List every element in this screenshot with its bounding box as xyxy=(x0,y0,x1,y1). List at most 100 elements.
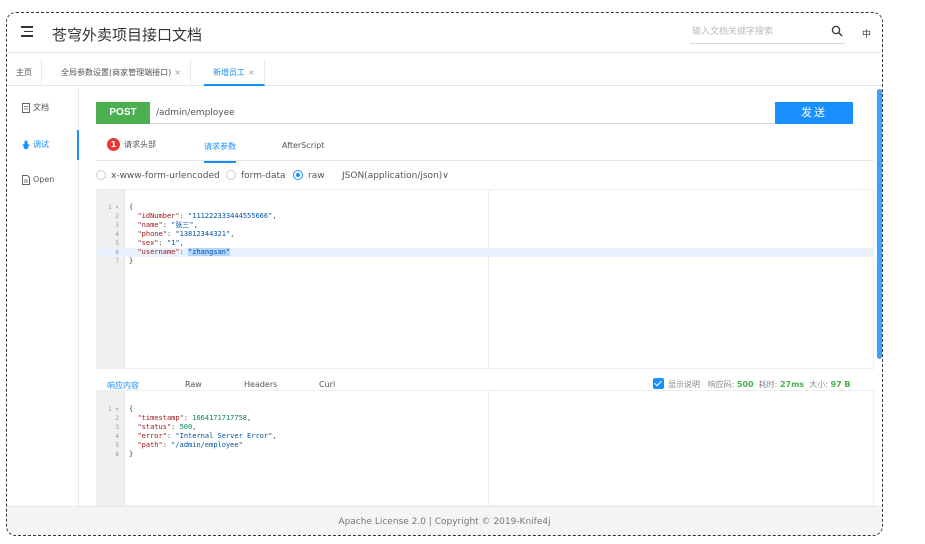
show-description-checkbox[interactable] xyxy=(653,378,664,389)
url-input[interactable] xyxy=(150,102,774,124)
code-punct: , xyxy=(247,414,252,422)
tab-label: 请求参数 xyxy=(204,142,236,151)
time-value: 27ms xyxy=(779,380,805,389)
sidebar-item-docs[interactable]: 文档 xyxy=(7,93,79,123)
code-line: 7} xyxy=(97,257,873,266)
tab-label: 请求头部 xyxy=(124,140,156,149)
menu-toggle-icon[interactable] xyxy=(21,26,35,38)
code-text: } xyxy=(129,257,133,266)
code-punct: { xyxy=(129,203,134,211)
status-label: 响应码: xyxy=(707,380,735,389)
line-number: 3 xyxy=(115,424,119,431)
size-value: 97 B xyxy=(830,380,851,389)
code-line: 4 "phone": "13812344321", xyxy=(97,230,873,239)
code-text: "path": "/admin/employee" xyxy=(137,441,243,449)
show-description-label: 显示说明 xyxy=(668,380,700,389)
request-body-editor[interactable]: 1 ▾ {2 "idNumber": "111222333444555666", 3… xyxy=(96,189,874,369)
sidebar-item-label: Open xyxy=(33,175,55,184)
code-punct: , xyxy=(272,432,277,440)
sidebar-item-debug[interactable]: 调试 xyxy=(7,130,79,160)
search-input[interactable] xyxy=(690,22,810,42)
code-line: 2 "idNumber": "111222333444555666", xyxy=(97,212,873,221)
code-text: "error": "Internal Server Error", xyxy=(137,432,277,440)
code-text: "sex": "1", xyxy=(137,239,184,247)
code-line: 1 ▾ { xyxy=(97,203,873,212)
json-key: "idNumber" xyxy=(137,212,180,220)
http-method-badge[interactable]: POST xyxy=(96,102,150,124)
line-number: 1 ▾ xyxy=(108,204,119,211)
tab-label: Raw xyxy=(185,380,202,389)
document-icon xyxy=(22,103,30,113)
code-text: "phone": "13812344321", xyxy=(137,230,235,238)
code-text: { xyxy=(129,203,133,212)
radio-raw[interactable]: raw xyxy=(293,169,325,183)
code-punct: } xyxy=(129,450,134,458)
line-number: 1 ▾ xyxy=(108,406,119,413)
content-type-label: JSON(application/json)∨ xyxy=(342,171,449,181)
tab-home[interactable]: 主页 xyxy=(7,60,42,86)
line-number: 7 xyxy=(115,258,119,265)
code-text: "username": "zhangsan" xyxy=(137,248,231,256)
json-key: "status" xyxy=(137,423,172,431)
tab-label: AfterScript xyxy=(282,141,325,150)
code-text: "name": "张三", xyxy=(137,221,198,229)
json-value: "/admin/employee" xyxy=(171,441,243,449)
search-icon[interactable] xyxy=(831,25,843,37)
tab-request-headers[interactable]: 1 请求头部 xyxy=(107,138,156,160)
code-punct: } xyxy=(129,257,134,265)
sidebar: 文档 调试 Open xyxy=(7,87,79,517)
file-icon xyxy=(22,175,30,185)
tab-label: 全局参数设置(商家管理端接口) xyxy=(61,68,172,77)
code-line: 6} xyxy=(97,450,873,459)
tab-global-params[interactable]: 全局参数设置(商家管理端接口) × xyxy=(52,60,191,86)
code-text: "status": 500, xyxy=(137,423,197,431)
app-window: 苍穹外卖项目接口文档 中 主页 全局参数设置(商家管理端接口)× 新增员工× 文… xyxy=(6,12,883,536)
line-number: 5 xyxy=(115,240,119,247)
code-punct: , xyxy=(193,221,198,229)
code-text: { xyxy=(129,405,133,414)
language-toggle[interactable]: 中 xyxy=(862,27,871,40)
radio-label: form-data xyxy=(241,171,286,181)
sidebar-item-open[interactable]: Open xyxy=(7,165,79,195)
radio-label: x-www-form-urlencoded xyxy=(111,171,220,181)
line-number: 6 xyxy=(115,249,119,256)
code-line: 3 "name": "张三", xyxy=(97,221,873,230)
line-number: 6 xyxy=(115,451,119,458)
code-line: 5 "sex": "1", xyxy=(97,239,873,248)
json-value: "Internal Server Error" xyxy=(175,432,273,440)
radio-form-data[interactable]: form-data xyxy=(226,169,286,183)
response-body-viewer[interactable]: 1 ▾{2 "timestamp": 1664171717758, 3 "stat… xyxy=(96,390,874,506)
code-line: 6 "username": "zhangsan" xyxy=(97,248,873,257)
close-icon[interactable]: × xyxy=(174,68,181,77)
json-key: "path" xyxy=(137,441,163,449)
code-line: 1 ▾ { xyxy=(97,405,873,414)
line-number: 3 xyxy=(115,222,119,229)
count-badge: 1 xyxy=(107,138,120,151)
json-key: "error" xyxy=(137,432,167,440)
json-value: "张三" xyxy=(171,221,194,229)
code-punct: , xyxy=(272,212,277,220)
vertical-scrollbar[interactable] xyxy=(877,89,882,359)
code-line: 5 "path": "/admin/employee" xyxy=(97,441,873,450)
tab-label: Curl xyxy=(319,380,336,389)
close-icon[interactable]: × xyxy=(248,68,255,77)
tab-label: Headers xyxy=(244,380,278,389)
json-value: "13812344321" xyxy=(175,230,231,238)
json-value: "zhangsan" xyxy=(188,248,231,256)
tab-label: 主页 xyxy=(16,68,32,77)
json-key: "phone" xyxy=(137,230,167,238)
divider xyxy=(96,160,874,161)
code-punct: { xyxy=(129,405,134,413)
line-number: 4 xyxy=(115,433,119,440)
tab-add-employee[interactable]: 新增员工 × xyxy=(204,60,265,86)
header: 苍穹外卖项目接口文档 中 xyxy=(7,13,882,53)
radio-x-www-form-urlencoded[interactable]: x-www-form-urlencoded xyxy=(96,169,220,183)
sidebar-item-label: 文档 xyxy=(33,103,49,112)
status-value: 500 xyxy=(736,380,754,389)
search-box xyxy=(690,22,845,44)
send-button[interactable]: 发送 xyxy=(775,102,853,124)
content-type-dropdown[interactable]: JSON(application/json)∨ xyxy=(342,169,449,183)
app-title: 苍穹外卖项目接口文档 xyxy=(52,26,203,44)
code-text: } xyxy=(129,450,133,459)
radio-label: raw xyxy=(308,171,325,181)
